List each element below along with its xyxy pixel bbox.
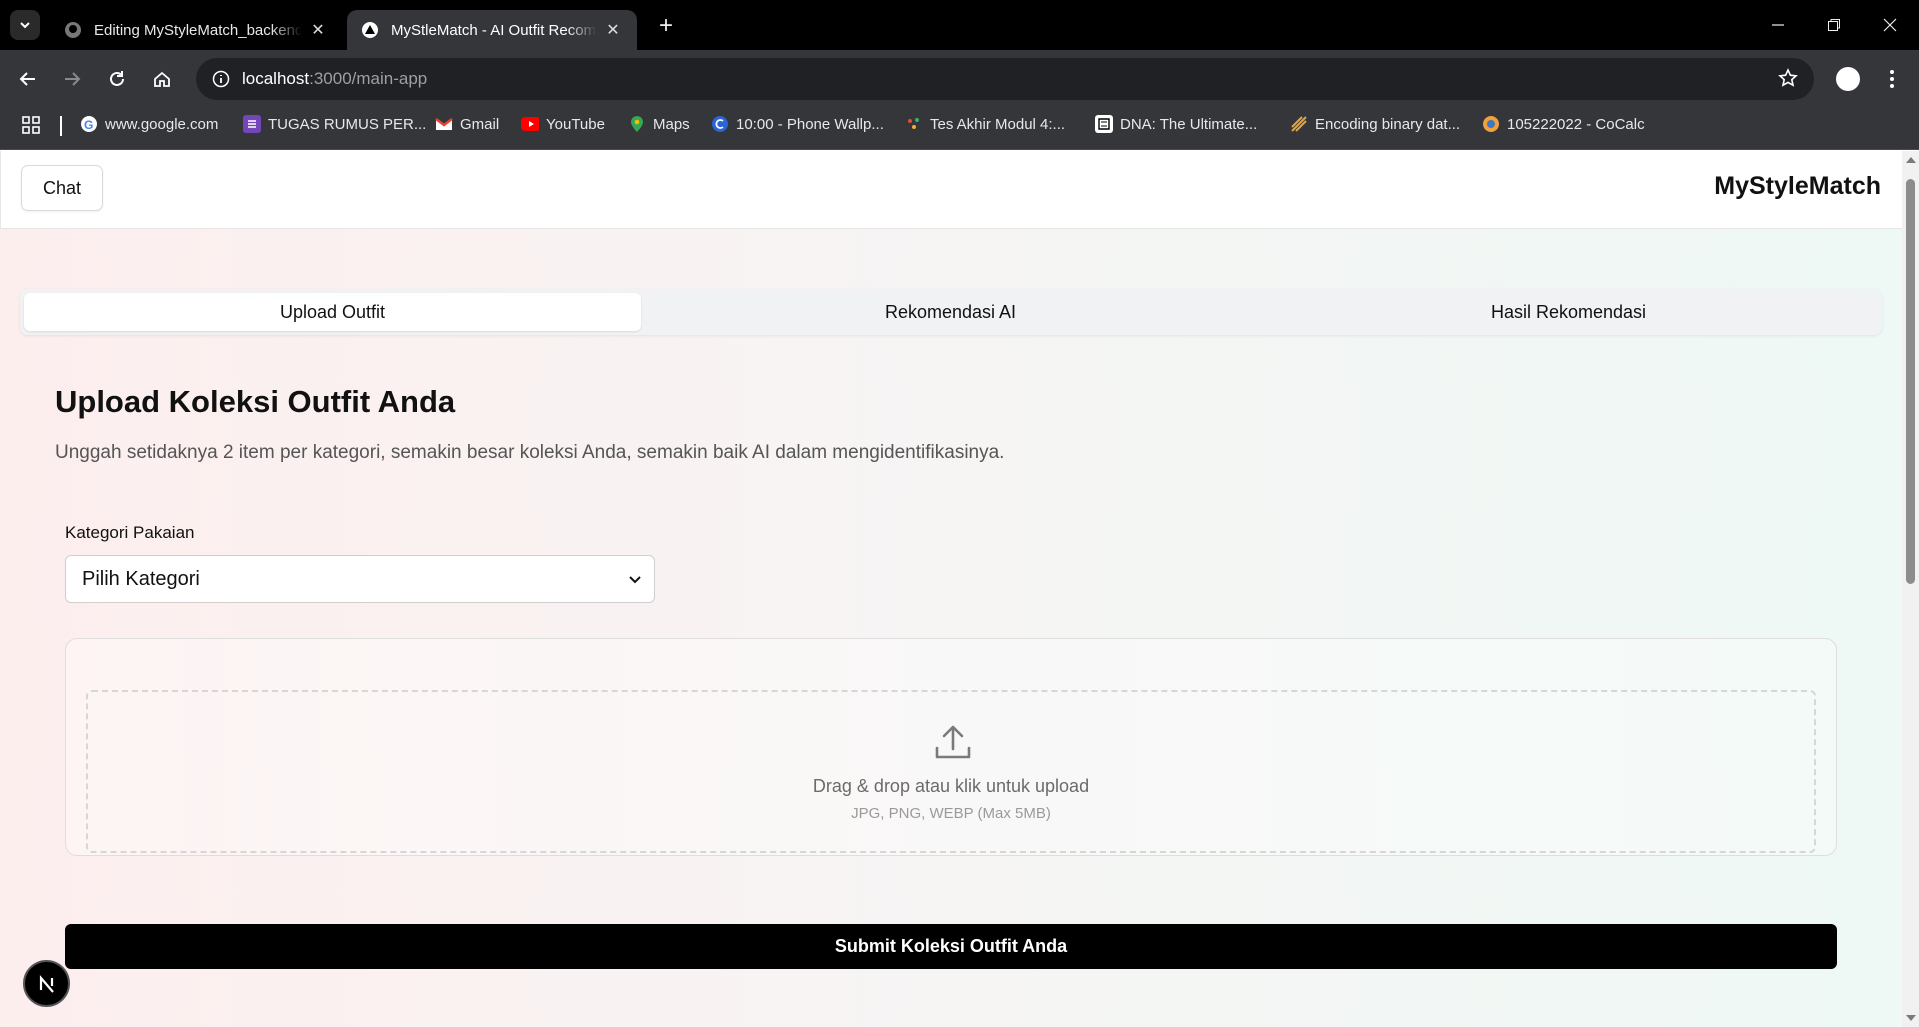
forms-icon: [243, 115, 261, 133]
wallpaper-icon: [711, 115, 729, 133]
category-select[interactable]: Pilih Kategori: [65, 555, 655, 603]
minimize-icon: [1772, 24, 1784, 26]
bookmark-label: 10:00 - Phone Wallp...: [736, 115, 884, 133]
bookmark-google[interactable]: G www.google.com: [80, 108, 218, 140]
tab-title: MyStleMatch - AI Outfit Recomm: [391, 21, 597, 39]
minimize-button[interactable]: [1750, 0, 1806, 50]
reload-icon: [110, 71, 124, 86]
bookmark-cocalc[interactable]: 105222022 - CoCalc: [1482, 108, 1645, 140]
home-icon: [154, 71, 170, 87]
apps-grid-icon[interactable]: [21, 115, 41, 140]
bookmark-tes-akhir[interactable]: Tes Akhir Modul 4:...: [905, 108, 1065, 140]
upload-icon: [935, 725, 971, 759]
arrow-left-icon: [19, 72, 35, 86]
home-button[interactable]: [146, 63, 178, 95]
tab-search-button[interactable]: [10, 10, 40, 40]
bookmark-label: 105222022 - CoCalc: [1507, 115, 1645, 133]
tab-rekomendasi-ai[interactable]: Rekomendasi AI: [642, 293, 1259, 331]
bookmark-gmail[interactable]: Gmail: [435, 108, 499, 140]
nextjs-n-icon: [39, 974, 54, 993]
tab-title: Editing MyStyleMatch_backend/: [94, 21, 302, 39]
bookmark-label: Gmail: [460, 115, 500, 133]
bookmark-label: Tes Akhir Modul 4:...: [930, 115, 1066, 133]
scroll-up-arrow-icon[interactable]: [1906, 157, 1916, 163]
arrow-right-icon: [65, 72, 81, 86]
github-icon: [64, 21, 82, 39]
scrollbar-thumb[interactable]: [1906, 179, 1915, 584]
bookmark-label: YouTube: [546, 115, 605, 133]
bookmark-label: www.google.com: [105, 115, 219, 133]
youtube-icon: [521, 115, 539, 133]
forward-button[interactable]: [56, 63, 88, 95]
bookmark-maps[interactable]: Maps: [628, 108, 690, 140]
browser-tab-strip: Editing MyStyleMatch_backend/ ✕ MyStleMa…: [0, 0, 1919, 50]
scroll-down-arrow-icon[interactable]: [1906, 1015, 1916, 1021]
category-label: Kategori Pakaian: [65, 523, 195, 542]
nextjs-triangle-icon: [361, 21, 379, 39]
restore-button[interactable]: [1806, 0, 1862, 50]
kebab-menu-icon: [1890, 70, 1894, 88]
cocalc-icon: [1482, 115, 1500, 133]
site-info-icon[interactable]: [200, 58, 242, 100]
bookmark-label: DNA: The Ultimate...: [1120, 115, 1258, 133]
page-title: Upload Koleksi Outfit Anda: [55, 384, 456, 419]
url-host: localhost: [242, 69, 310, 88]
url-text[interactable]: localhost:3000/main-app: [242, 69, 427, 89]
dropzone-text: Drag & drop atau klik untuk upload: [812, 776, 1090, 796]
bookmark-youtube[interactable]: YouTube: [521, 108, 605, 140]
main-tabs: Upload Outfit Rekomendasi AI Hasil Rekom…: [20, 289, 1882, 335]
gmail-icon: [435, 115, 453, 133]
bookmark-encoding[interactable]: Encoding binary dat...: [1290, 108, 1460, 140]
bookmark-dna[interactable]: DNA: The Ultimate...: [1095, 108, 1257, 140]
bookmark-label: Encoding binary dat...: [1315, 115, 1461, 133]
browser-tab-mystylematch[interactable]: MyStleMatch - AI Outfit Recomm ✕: [347, 10, 637, 50]
nextjs-dev-indicator[interactable]: [23, 960, 70, 1007]
dna-icon: [1095, 115, 1113, 133]
back-button[interactable]: [12, 63, 44, 95]
dropzone-hint: JPG, PNG, WEBP (Max 5MB): [851, 805, 1051, 822]
bookmark-wallpaper[interactable]: 10:00 - Phone Wallp...: [711, 108, 884, 140]
bookmark-tugas[interactable]: TUGAS RUMUS PER...: [243, 108, 426, 140]
google-icon: G: [80, 115, 98, 133]
close-window-button[interactable]: [1862, 0, 1918, 50]
restore-icon: [1828, 19, 1840, 31]
address-bar[interactable]: localhost:3000/main-app: [196, 58, 1814, 100]
reload-button[interactable]: [101, 63, 133, 95]
close-icon[interactable]: ✕: [308, 20, 328, 40]
close-icon[interactable]: ✕: [603, 20, 623, 40]
page-description: Unggah setidaknya 2 item per kategori, s…: [55, 442, 1005, 463]
close-icon: [1883, 18, 1897, 32]
browser-toolbar: localhost:3000/main-app: [0, 50, 1919, 108]
chevron-down-icon: [629, 576, 641, 584]
encoding-icon: [1290, 115, 1308, 133]
chevron-down-icon: [20, 22, 30, 29]
quiz-icon: [905, 115, 923, 133]
browser-tab-github[interactable]: Editing MyStyleMatch_backend/ ✕: [50, 10, 342, 50]
browser-menu-button[interactable]: [1880, 64, 1904, 94]
chat-button[interactable]: Chat: [21, 165, 103, 211]
submit-collection-button[interactable]: Submit Koleksi Outfit Anda: [65, 924, 1837, 969]
category-selected-value: Pilih Kategori: [82, 567, 200, 590]
tab-upload-outfit[interactable]: Upload Outfit: [24, 293, 641, 331]
page-viewport: Chat MyStyleMatch Upload Outfit Rekomend…: [0, 151, 1902, 1027]
bookmark-label: TUGAS RUMUS PER...: [268, 115, 427, 133]
bookmark-star-icon[interactable]: [1778, 68, 1798, 93]
svg-text:G: G: [84, 118, 93, 132]
new-tab-button[interactable]: +: [652, 12, 680, 40]
brand-title: MyStyleMatch: [1714, 172, 1881, 200]
bookmarks-separator: [60, 116, 62, 136]
url-path: :3000/main-app: [309, 69, 428, 88]
profile-avatar[interactable]: [1836, 67, 1860, 91]
maps-icon: [628, 115, 646, 133]
bookmark-label: Maps: [653, 115, 690, 133]
tab-hasil-rekomendasi[interactable]: Hasil Rekomendasi: [1260, 293, 1877, 331]
page-scrollbar[interactable]: [1902, 151, 1919, 1027]
file-dropzone[interactable]: Drag & drop atau klik untuk upload JPG, …: [86, 690, 1816, 853]
upload-card: Drag & drop atau klik untuk upload JPG, …: [65, 638, 1837, 856]
app-header: Chat MyStyleMatch: [0, 151, 1902, 229]
